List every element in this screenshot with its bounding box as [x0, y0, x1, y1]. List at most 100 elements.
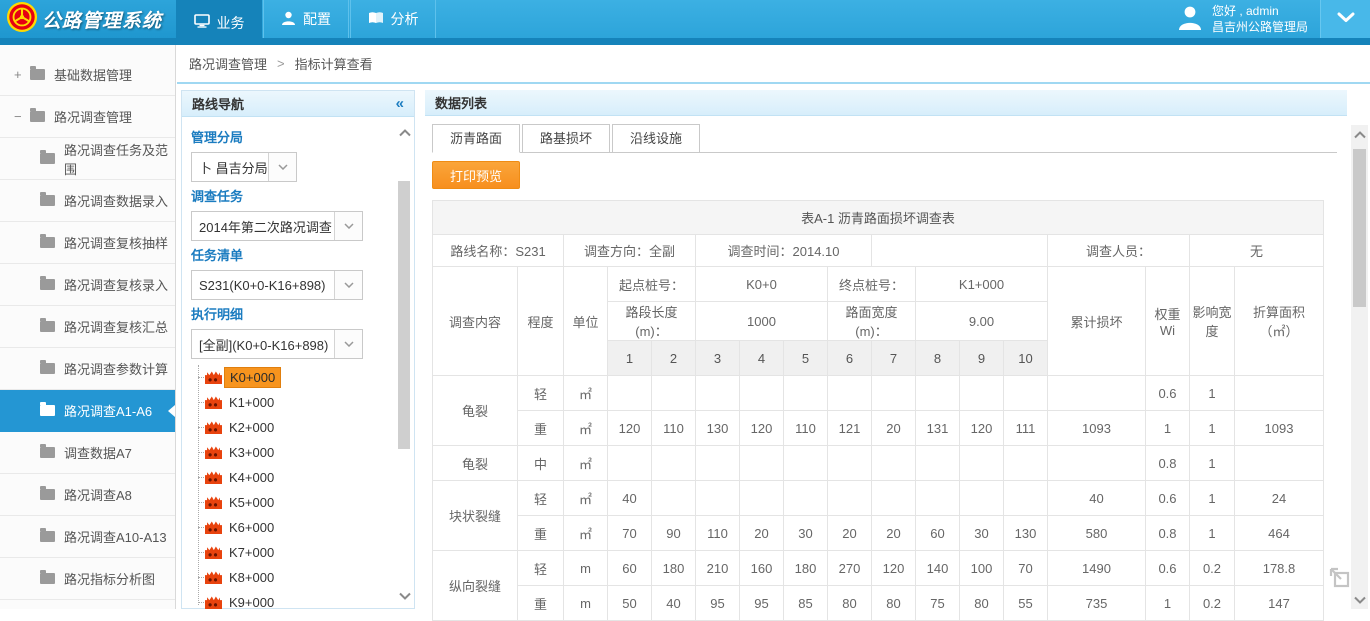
breadcrumb-item[interactable]: 路况调查管理 [189, 54, 267, 73]
total-cell: 735 [1048, 586, 1146, 621]
tree-item-1[interactable]: K1+000 [193, 390, 390, 415]
sidebar-item-7[interactable]: 路况调查参数计算 [0, 348, 175, 390]
value-cell: 110 [652, 411, 696, 446]
folder-icon [40, 489, 55, 500]
nav-tab-business[interactable]: 业务 [176, 0, 262, 45]
sidebar-item-6[interactable]: 路况调查复核汇总 [0, 306, 175, 348]
sidebar-item-0[interactable]: +基础数据管理 [0, 54, 175, 96]
topbar-chevron-button[interactable] [1320, 0, 1370, 38]
value-cell: 20 [828, 516, 872, 551]
value-cell: 20 [872, 516, 916, 551]
sidebar-item-3[interactable]: 路况调查数据录入 [0, 180, 175, 222]
value-cell [872, 481, 916, 516]
value-cell: 121 [828, 411, 872, 446]
nav-tab-config[interactable]: 配置 [263, 0, 349, 38]
route-nav-panel: 路线导航 « 管理分局卜 昌吉分局调查任务2014年第二次路况调查任务清单S23… [181, 90, 415, 609]
main-scrollbar[interactable] [1351, 125, 1368, 609]
sidebar-item-5[interactable]: 路况调查复核录入 [0, 264, 175, 306]
value-cell [652, 376, 696, 411]
dropdown-1[interactable]: 2014年第二次路况调查 [191, 211, 363, 241]
tree-item-4[interactable]: K4+000 [193, 465, 390, 490]
dropdown-2[interactable]: S231(K0+0-K16+898) [191, 270, 363, 300]
nav-section-label-2: 任务清单 [191, 245, 390, 264]
scroll-up-icon[interactable] [397, 125, 412, 140]
app-title: 公路管理系统 [42, 6, 162, 33]
nav-tab-analysis[interactable]: 分析 [350, 0, 436, 38]
tree-item-5[interactable]: K5+000 [193, 490, 390, 515]
folder-icon [40, 447, 55, 458]
scrollbar-thumb[interactable] [1353, 149, 1366, 307]
chevron-down-icon[interactable] [334, 212, 362, 240]
sidebar-item-10[interactable]: 路况调查A8 [0, 474, 175, 516]
sidebar-item-12[interactable]: 路况指标分析图 [0, 558, 175, 600]
value-cell: 131 [916, 411, 960, 446]
tree-item-2[interactable]: K2+000 [193, 415, 390, 440]
value-cell [696, 376, 740, 411]
unit-cell: ㎡ [564, 376, 608, 411]
unit-cell: ㎡ [564, 516, 608, 551]
sidebar-item-label: 路况调查复核录入 [64, 275, 168, 294]
sidebar-item-2[interactable]: 路况调查任务及范围 [0, 138, 175, 180]
value-cell [828, 481, 872, 516]
dropdown-3[interactable]: [全副](K0+0-K16+898) [191, 329, 363, 359]
collapse-panel-icon[interactable]: « [396, 95, 404, 112]
chevron-down-icon[interactable] [334, 330, 362, 358]
value-cell: 210 [696, 551, 740, 586]
value-cell: 120 [608, 411, 652, 446]
popout-icon[interactable] [1328, 566, 1350, 588]
expand-toggle-icon[interactable]: − [14, 109, 30, 124]
user-info[interactable]: 您好 , admin 昌吉州公路管理局 [1177, 0, 1308, 38]
tree-item-6[interactable]: K6+000 [193, 515, 390, 540]
tree-item-7[interactable]: K7+000 [193, 540, 390, 565]
scroll-down-icon[interactable] [1352, 592, 1367, 607]
value-cell: 85 [784, 586, 828, 621]
value-cell: 60 [608, 551, 652, 586]
unit-cell: m [564, 586, 608, 621]
value-cell: 130 [696, 411, 740, 446]
table-title-row: 表A-1 沥青路面损坏调查表 [433, 201, 1324, 235]
tree-item-label: K6+000 [224, 518, 279, 537]
value-cell: 111 [1004, 411, 1048, 446]
data-tab-2[interactable]: 沿线设施 [612, 124, 700, 153]
value-cell [784, 446, 828, 481]
weight-cell: 1 [1146, 411, 1190, 446]
tree-item-0[interactable]: K0+000 [193, 365, 390, 390]
chevron-down-icon[interactable] [334, 271, 362, 299]
weight-cell: 0.8 [1146, 516, 1190, 551]
width-value: 9.00 [916, 302, 1048, 341]
tree-item-9[interactable]: K9+000 [193, 590, 390, 615]
tree-item-3[interactable]: K3+000 [193, 440, 390, 465]
value-cell [828, 376, 872, 411]
value-cell: 60 [916, 516, 960, 551]
tree-item-8[interactable]: K8+000 [193, 565, 390, 590]
road-section-icon [205, 521, 222, 534]
sidebar-item-4[interactable]: 路况调查复核抽样 [0, 222, 175, 264]
scroll-up-icon[interactable] [1352, 127, 1367, 142]
road-section-icon [205, 596, 222, 609]
sidebar-item-9[interactable]: 调查数据A7 [0, 432, 175, 474]
area-cell: 147 [1235, 586, 1324, 621]
folder-icon [40, 573, 55, 584]
scroll-down-icon[interactable] [397, 588, 412, 603]
print-preview-button[interactable]: 打印预览 [432, 161, 520, 189]
weight-cell: 0.8 [1146, 446, 1190, 481]
data-tab-1[interactable]: 路基损坏 [522, 124, 610, 153]
impact-cell: 0.2 [1190, 586, 1235, 621]
value-cell: 80 [872, 586, 916, 621]
sidebar-item-8[interactable]: 路况调查A1-A6 [0, 390, 175, 432]
sidebar-item-label: 路况调查参数计算 [64, 359, 168, 378]
scrollbar-thumb[interactable] [398, 181, 410, 449]
value-cell: 50 [608, 586, 652, 621]
end-stake-value: K1+000 [916, 267, 1048, 302]
expand-toggle-icon[interactable]: + [14, 67, 30, 82]
nav-panel-scrollbar[interactable] [397, 125, 412, 603]
sidebar-item-11[interactable]: 路况调查A10-A13 [0, 516, 175, 558]
dropdown-0[interactable]: 卜 昌吉分局 [191, 152, 297, 182]
data-tab-0[interactable]: 沥青路面 [432, 124, 520, 153]
sidebar-item-13[interactable]: +养护计划管理 [0, 600, 175, 609]
start-stake-value: K0+0 [696, 267, 828, 302]
sidebar-item-1[interactable]: −路况调查管理 [0, 96, 175, 138]
value-cell [960, 376, 1004, 411]
table-data-row: 重㎡70901102030202060301305800.81464 [433, 516, 1324, 551]
chevron-down-icon[interactable] [268, 153, 296, 181]
